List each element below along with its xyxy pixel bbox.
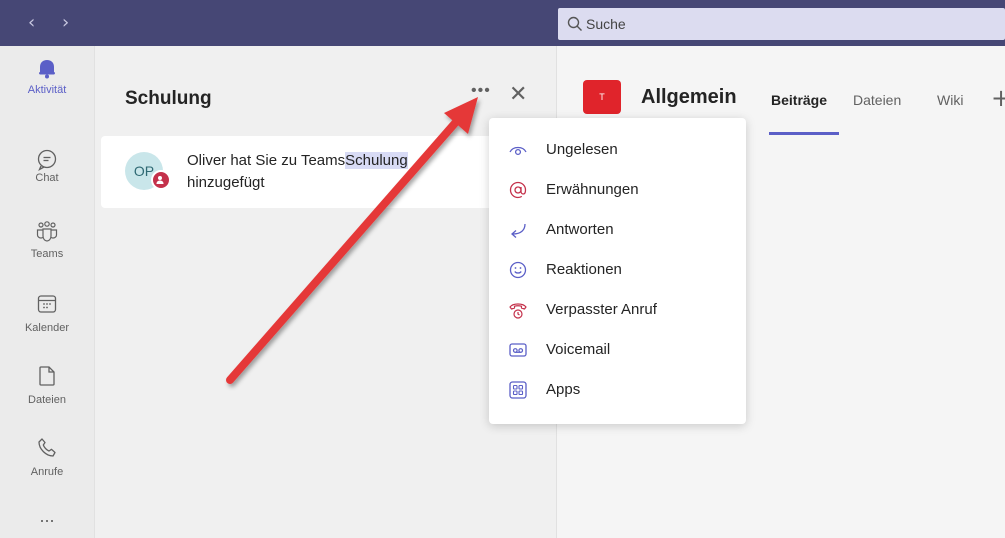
file-icon [39, 366, 55, 386]
app-rail: Aktivität Chat Teams Kalender Dateien An… [0, 46, 94, 538]
menu-item-voicemail[interactable]: Voicemail [489, 330, 746, 370]
tab-posts[interactable]: Beiträge [771, 92, 827, 108]
at-icon [509, 181, 527, 199]
search-icon [567, 16, 582, 31]
more-apps-button[interactable]: ... [0, 506, 94, 527]
active-tab-indicator [769, 132, 839, 135]
menu-item-label: Ungelesen [546, 141, 618, 158]
menu-item-mentions[interactable]: Erwähnungen [489, 170, 746, 210]
rail-item-label: Dateien [28, 394, 66, 406]
reply-icon [511, 223, 526, 238]
search-placeholder: Suche [586, 16, 626, 32]
filter-menu: Ungelesen Erwähnungen Antworten Reaktion… [489, 118, 746, 424]
tab-wiki[interactable]: Wiki [937, 92, 963, 108]
menu-item-label: Erwähnungen [546, 181, 639, 198]
menu-item-label: Reaktionen [546, 261, 622, 278]
menu-item-reactions[interactable]: Reaktionen [489, 250, 746, 290]
forward-arrow-icon[interactable]: › [62, 12, 69, 33]
close-icon[interactable]: ✕ [509, 82, 527, 107]
channel-title: Allgemein [641, 86, 737, 108]
activity-text-prefix: Oliver hat Sie zu Teams [187, 152, 346, 169]
phone-icon [38, 438, 56, 457]
rail-item-label: Anrufe [30, 466, 64, 478]
activity-text: Oliver hat Sie zu TeamsSchulung hinzugef… [187, 150, 487, 194]
back-arrow-icon[interactable]: ‹ [28, 12, 35, 33]
add-tab-button[interactable]: + [991, 84, 1005, 112]
rail-item-activity[interactable]: Aktivität [0, 46, 94, 116]
apps-icon [509, 381, 527, 399]
menu-item-label: Verpasster Anruf [546, 301, 657, 318]
rail-item-label: Chat [35, 172, 59, 184]
menu-item-label: Voicemail [546, 341, 611, 358]
menu-item-replies[interactable]: Antworten [489, 210, 746, 250]
activity-text-line2: hinzugefügt [187, 174, 265, 191]
rail-item-calendar[interactable]: Kalender [0, 282, 94, 352]
calendar-icon [37, 295, 57, 313]
activity-pane: Schulung ••• ✕ OP Oliver hat Sie zu Team… [94, 46, 557, 538]
tab-files[interactable]: Dateien [853, 92, 901, 108]
search-input[interactable]: Suche [558, 8, 1005, 40]
menu-item-label: Antworten [546, 221, 614, 238]
eye-icon [509, 146, 527, 156]
menu-item-missed-call[interactable]: Verpasster Anruf [489, 290, 746, 330]
menu-item-unread[interactable]: Ungelesen [489, 130, 746, 170]
team-add-badge-icon [151, 170, 171, 190]
voicemail-icon [509, 343, 527, 357]
activity-text-highlight: Schulung [345, 152, 408, 169]
rail-item-calls[interactable]: Anrufe [0, 426, 94, 496]
menu-item-apps[interactable]: Apps [489, 370, 746, 410]
chat-icon [37, 149, 57, 171]
team-avatar: T [583, 80, 621, 114]
rail-item-chat[interactable]: Chat [0, 138, 94, 208]
title-bar: ‹ › Suche [0, 0, 1005, 46]
rail-item-label: Aktivität [27, 84, 67, 96]
rail-item-label: Teams [30, 248, 64, 260]
rail-item-teams[interactable]: Teams [0, 210, 94, 280]
pane-title: Schulung [125, 88, 212, 109]
smiley-icon [509, 261, 527, 279]
ellipsis-icon[interactable]: ••• [471, 82, 491, 100]
missed-call-icon [509, 303, 527, 319]
menu-item-label: Apps [546, 381, 581, 398]
teams-icon [36, 221, 58, 242]
rail-item-files[interactable]: Dateien [0, 354, 94, 424]
rail-item-label: Kalender [24, 322, 70, 334]
bell-icon [39, 60, 55, 79]
